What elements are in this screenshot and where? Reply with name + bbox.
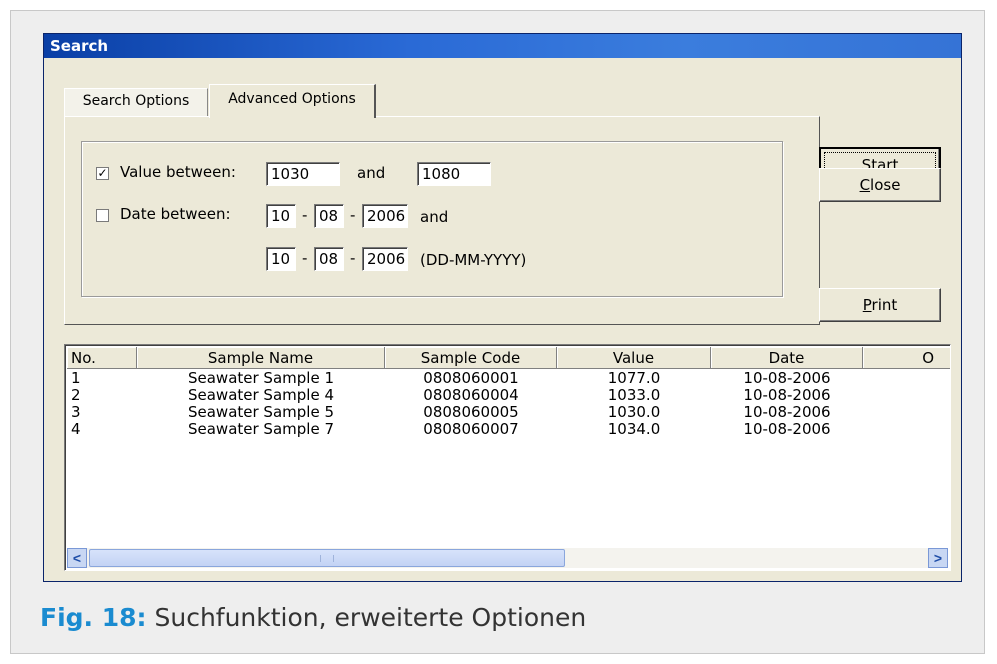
cell-no: 2 [71,386,81,404]
table-row[interactable]: 4 Seawater Sample 7 0808060007 1034.0 10… [67,420,950,438]
print-button-label: Print [862,296,898,314]
cell-sample-code: 0808060005 [423,403,519,421]
table-row[interactable]: 3 Seawater Sample 5 0808060005 1030.0 10… [67,403,950,421]
cell-no: 4 [71,420,81,438]
column-header-no[interactable]: No. [67,347,137,369]
cell-sample-name: Seawater Sample 5 [187,403,334,421]
cell-value: 1077.0 [607,369,661,387]
tab-advanced-options[interactable]: Advanced Options [209,84,376,118]
value-and-label: and [357,164,386,182]
close-button[interactable]: Close [819,168,941,202]
table-row[interactable]: 1 Seawater Sample 1 0808060001 1077.0 10… [67,369,950,387]
date-from-day-input[interactable]: 10 [266,204,296,228]
advanced-options-panel: ✓ Value between: 1030 and 1080 Date betw… [64,116,820,325]
cell-date: 10-08-2006 [743,403,831,421]
print-button[interactable]: Print [819,288,941,322]
column-header-sample-code[interactable]: Sample Code [385,347,557,369]
date-separator: - [350,206,356,224]
cell-sample-code: 0808060007 [423,420,519,438]
cell-sample-name: Seawater Sample 1 [187,369,334,387]
date-to-year-input[interactable]: 2006 [362,247,408,271]
cell-sample-code: 0808060004 [423,386,519,404]
value-between-label: Value between: [120,163,236,181]
listview-header: No. Sample Name Sample Code Value Date O [67,347,950,369]
close-button-label: Close [859,176,901,194]
date-separator: - [302,249,308,267]
date-separator: - [350,249,356,267]
scrollbar-thumb[interactable] [89,549,565,567]
cell-value: 1030.0 [607,403,661,421]
date-and-label: and [420,208,449,226]
value-between-checkbox[interactable]: ✓ [96,167,109,180]
figure-caption: Fig. 18: Suchfunktion, erweiterte Option… [40,603,586,632]
filter-group: ✓ Value between: 1030 and 1080 Date betw… [81,141,783,297]
date-to-day-input[interactable]: 10 [266,247,296,271]
grip-icon [320,555,334,562]
cell-sample-code: 0808060001 [423,369,519,387]
column-header-sample-name[interactable]: Sample Name [137,347,385,369]
results-listview[interactable]: No. Sample Name Sample Code Value Date O… [64,344,951,571]
value-from-input[interactable]: 1030 [266,162,340,186]
tab-search-options[interactable]: Search Options [64,88,208,116]
cell-sample-name: Seawater Sample 4 [187,386,334,404]
cell-value: 1034.0 [607,420,661,438]
column-header-date[interactable]: Date [711,347,863,369]
date-between-label: Date between: [120,205,231,223]
value-to-input[interactable]: 1080 [417,162,491,186]
date-from-year-input[interactable]: 2006 [362,204,408,228]
date-between-checkbox[interactable] [96,209,109,222]
cell-no: 3 [71,403,81,421]
cell-sample-name: Seawater Sample 7 [187,420,334,438]
table-row[interactable]: 2 Seawater Sample 4 0808060004 1033.0 10… [67,386,950,404]
date-format-hint: (DD-MM-YYYY) [420,251,527,269]
date-from-month-input[interactable]: 08 [314,204,344,228]
figure-caption-text: Suchfunktion, erweiterte Optionen [154,603,587,632]
cell-value: 1033.0 [607,386,661,404]
date-to-month-input[interactable]: 08 [314,247,344,271]
cell-date: 10-08-2006 [743,420,831,438]
date-separator: - [302,206,308,224]
cell-no: 1 [71,369,81,387]
scroll-right-icon[interactable]: > [928,548,948,568]
column-header-value[interactable]: Value [557,347,711,369]
cell-date: 10-08-2006 [743,386,831,404]
scroll-left-icon[interactable]: < [67,548,87,568]
horizontal-scrollbar[interactable]: < > [67,548,948,568]
search-dialog: Search Search Options Advanced Options ✓… [43,33,962,582]
dialog-title: Search [44,34,961,58]
column-header-extra[interactable]: O [863,347,950,369]
cell-date: 10-08-2006 [743,369,831,387]
figure-number: Fig. 18: [40,603,147,632]
